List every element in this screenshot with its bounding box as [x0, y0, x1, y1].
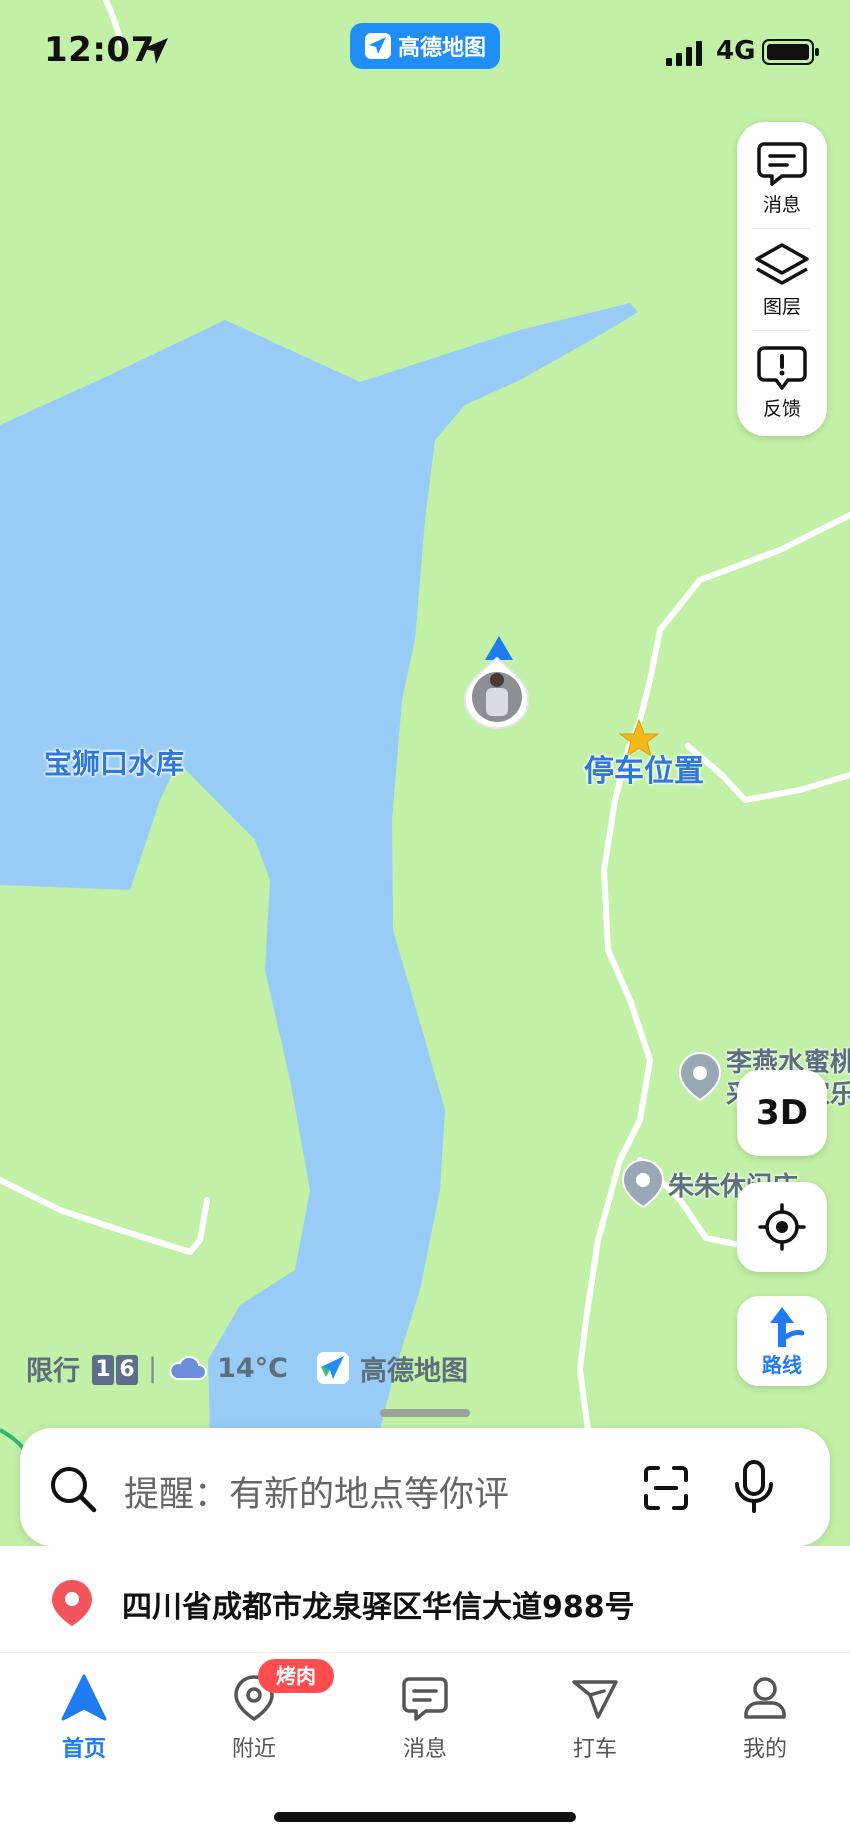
restriction-numbers[interactable]: 16 [90, 1352, 138, 1385]
tab-messages-label: 消息 [402, 1737, 447, 1762]
layers-icon [755, 242, 809, 285]
locate-button[interactable] [737, 1182, 827, 1272]
map-tools-panel: 消息 图层 反馈 [737, 122, 827, 436]
brand-watermark: 高德地图 [360, 1355, 468, 1387]
search-icon [51, 1467, 97, 1513]
amap-logo-icon [364, 33, 391, 59]
profile-icon [744, 1677, 786, 1719]
amap-logo-icon [317, 1352, 349, 1384]
restriction-digit: 6 [116, 1354, 138, 1385]
restriction-label[interactable]: 限行 [26, 1349, 80, 1388]
app-badge-label: 高德地图 [397, 36, 486, 61]
tab-profile-label: 我的 [742, 1737, 787, 1762]
parking-label[interactable]: 停车位置 [584, 746, 704, 790]
tab-taxi-label: 打车 [572, 1737, 617, 1762]
locate-icon [758, 1203, 806, 1251]
cloud-icon [169, 1355, 208, 1380]
side-feedback-label: 反馈 [762, 397, 801, 420]
message-icon [757, 141, 807, 186]
route-button[interactable]: 路线 [737, 1296, 827, 1386]
tab-home[interactable]: 首页 [24, 1673, 144, 1773]
search-placeholder[interactable]: 提醒：有新的地点等你评 [124, 1466, 509, 1517]
route-arrow-icon [770, 1306, 804, 1347]
current-address-row[interactable]: 四川省成都市龙泉驿区华信大道988号 [0, 1546, 850, 1652]
tab-messages[interactable]: 消息 [365, 1673, 485, 1773]
info-divider: | [148, 1352, 158, 1384]
app-badge[interactable]: 高德地图 [350, 23, 500, 69]
tab-profile[interactable]: 我的 [705, 1673, 825, 1773]
side-message-button[interactable]: 消息 [737, 128, 827, 228]
reservoir-label[interactable]: 宝狮口水库 [44, 742, 184, 782]
home-indicator[interactable] [274, 1812, 576, 1822]
battery-icon [762, 39, 819, 65]
drag-handle[interactable] [380, 1409, 470, 1417]
scan-icon[interactable] [642, 1464, 690, 1512]
status-bar: 12:07 高德地图 4G [0, 0, 850, 100]
tab-nearby-label: 附近 [231, 1737, 276, 1762]
temperature[interactable]: 14°C [217, 1353, 288, 1384]
divider [753, 228, 811, 229]
location-arrow-icon [142, 38, 168, 64]
map-info-row: 限行 16 | 14°C 高德地图 [26, 1349, 468, 1388]
message-icon [402, 1677, 448, 1721]
microphone-icon[interactable] [732, 1460, 776, 1514]
feedback-icon [757, 345, 807, 390]
route-label: 路线 [762, 1352, 802, 1377]
location-pin-icon [52, 1580, 92, 1626]
divider [753, 330, 811, 331]
tab-taxi[interactable]: 打车 [535, 1673, 655, 1773]
network-type: 4G [716, 36, 756, 66]
search-bar[interactable]: 提醒：有新的地点等你评 [20, 1428, 830, 1546]
tab-home-label: 首页 [61, 1737, 106, 1762]
home-navigation-icon [61, 1674, 107, 1721]
side-feedback-button[interactable]: 反馈 [737, 332, 827, 432]
side-layers-button[interactable]: 图层 [737, 230, 827, 330]
status-time: 12:07 [44, 30, 155, 70]
current-address: 四川省成都市龙泉驿区华信大道988号 [122, 1590, 635, 1625]
restriction-digit: 1 [92, 1354, 114, 1385]
taxi-icon [572, 1680, 618, 1719]
side-message-label: 消息 [762, 193, 801, 216]
signal-icon [666, 41, 702, 66]
3d-button[interactable]: 3D [737, 1070, 827, 1156]
nearby-badge: 烤肉 [258, 1659, 334, 1693]
side-layers-label: 图层 [762, 295, 801, 318]
